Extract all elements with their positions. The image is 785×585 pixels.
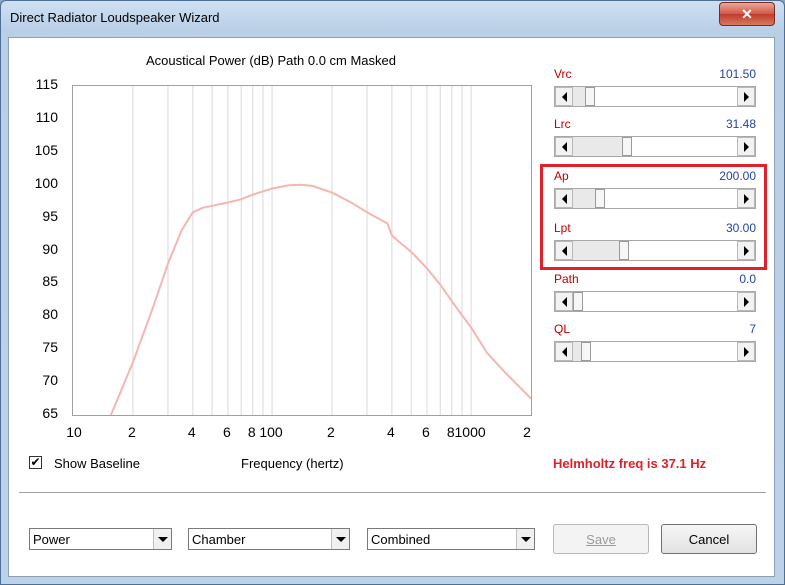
x-tick-label: 2 — [128, 424, 136, 440]
param-slider-ql[interactable] — [554, 341, 756, 362]
series-line-0 — [109, 183, 531, 415]
chevron-down-icon[interactable] — [516, 529, 534, 549]
y-tick-label: 80 — [42, 306, 58, 323]
slider-thumb[interactable] — [573, 292, 583, 311]
highlight-box — [540, 164, 767, 270]
title-bar[interactable]: Direct Radiator Loudspeaker Wizard ✕ — [1, 1, 784, 33]
param-slider-lrc[interactable] — [554, 136, 756, 157]
save-button[interactable]: Save — [553, 524, 649, 554]
y-tick-label: 90 — [42, 240, 58, 257]
x-tick-label: 2 — [327, 424, 335, 440]
close-button[interactable]: ✕ — [719, 2, 775, 26]
chart-svg — [109, 86, 531, 415]
window-title: Direct Radiator Loudspeaker Wizard — [10, 10, 220, 25]
slider-right-arrow-icon[interactable] — [737, 87, 755, 106]
separator-line — [19, 492, 766, 494]
x-tick-label: 4 — [187, 424, 196, 440]
show-baseline-checkbox[interactable]: ✔ — [29, 456, 42, 469]
slider-track[interactable] — [632, 137, 737, 156]
slider-left-arrow-icon[interactable] — [555, 137, 573, 156]
slider-right-arrow-icon[interactable] — [737, 292, 755, 311]
param-label-path: Path — [554, 272, 579, 286]
x-tick-label: 8 — [247, 424, 256, 440]
chevron-down-icon[interactable] — [153, 529, 171, 549]
slider-left-arrow-icon[interactable] — [555, 292, 573, 311]
y-tick-label: 115 — [35, 76, 58, 92]
y-tick-label: 105 — [34, 141, 58, 158]
x-tick-label: 10 — [66, 424, 82, 440]
slider-thumb[interactable] — [580, 342, 591, 361]
slider-track[interactable] — [583, 292, 737, 311]
chart-plot-area — [72, 85, 532, 416]
y-tick-label: 110 — [35, 108, 58, 125]
slider-right-arrow-icon[interactable] — [737, 137, 755, 156]
param-value-path: 0.0 — [739, 272, 756, 286]
param-label-vrc: Vrc — [554, 67, 572, 81]
output-dropdown-value: Combined — [371, 532, 431, 547]
param-label-ql: QL — [554, 322, 571, 336]
source-dropdown[interactable]: Chamber — [188, 528, 350, 550]
source-dropdown-value: Chamber — [192, 532, 246, 547]
y-tick-label: 95 — [42, 207, 58, 224]
cancel-button[interactable]: Cancel — [661, 524, 757, 554]
output-dropdown[interactable]: Combined — [367, 528, 535, 550]
x-tick-label: 100 — [259, 424, 283, 440]
x-axis-label: Frequency (hertz) — [241, 456, 344, 471]
chevron-down-icon[interactable] — [331, 529, 349, 549]
param-label-lrc: Lrc — [554, 117, 571, 131]
param-slider-vrc[interactable] — [554, 86, 756, 107]
checkmark-icon: ✔ — [30, 455, 41, 469]
y-tick-label: 100 — [34, 174, 58, 191]
x-tick-label: 6 — [222, 424, 231, 440]
y-tick-label: 75 — [42, 339, 58, 356]
param-value-vrc: 101.50 — [719, 67, 756, 81]
show-baseline-label[interactable]: Show Baseline — [54, 456, 140, 471]
slider-right-arrow-icon[interactable] — [737, 342, 755, 361]
slider-left-arrow-icon[interactable] — [555, 342, 573, 361]
x-tick-label: 8 — [446, 424, 455, 440]
slider-left-arrow-icon[interactable] — [555, 87, 573, 106]
mode-dropdown-value: Power — [33, 532, 70, 547]
mode-dropdown[interactable]: Power — [29, 528, 172, 550]
chart-title: Acoustical Power (dB) Path 0.0 cm Masked — [146, 53, 396, 68]
x-tick-label: 2 — [523, 424, 531, 440]
slider-track[interactable] — [595, 87, 737, 106]
x-tick-label: 6 — [422, 424, 430, 440]
param-value-lrc: 31.48 — [725, 117, 756, 131]
slider-thumb[interactable] — [622, 137, 633, 156]
helmholtz-frequency-text: Helmholtz freq is 37.1 Hz — [553, 456, 707, 471]
y-tick-label: 65 — [42, 405, 58, 421]
param-value-ql: 7 — [749, 322, 756, 336]
close-icon: ✕ — [741, 5, 753, 22]
slider-thumb[interactable] — [585, 87, 596, 106]
y-tick-label: 85 — [42, 273, 58, 290]
x-tick-label: 1000 — [454, 424, 486, 440]
x-tick-label: 4 — [386, 424, 395, 440]
y-tick-label: 70 — [42, 372, 58, 389]
param-slider-path[interactable] — [554, 291, 756, 312]
slider-track[interactable] — [590, 342, 737, 361]
